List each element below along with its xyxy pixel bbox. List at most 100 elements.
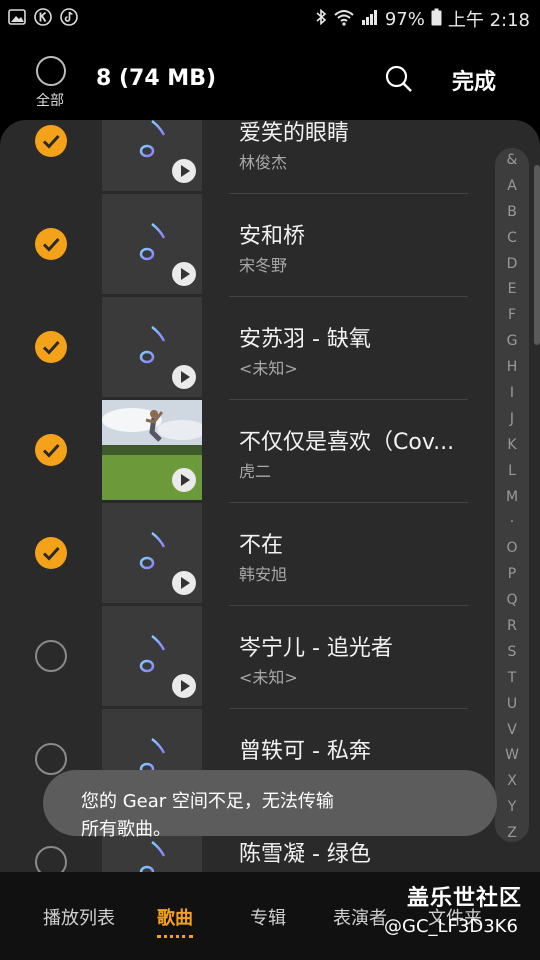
wifi-icon (333, 8, 355, 31)
index-letter[interactable]: I (495, 381, 529, 407)
checked-checkbox[interactable] (35, 434, 67, 466)
index-letter[interactable]: R (495, 614, 529, 640)
selection-header: 全部 8 (74 MB) 完成 (0, 36, 540, 120)
song-row[interactable]: 安苏羽 - 缺氧 <未知> (0, 297, 540, 400)
tab-albums[interactable]: 专辑 (250, 904, 286, 930)
select-all-label: 全部 (36, 93, 64, 109)
unchecked-checkbox[interactable] (35, 743, 67, 775)
status-bar: 97% 上午 2:18 (0, 0, 540, 36)
battery-icon (431, 8, 442, 31)
unchecked-checkbox[interactable] (35, 846, 67, 872)
music-note-icon (138, 220, 168, 264)
index-letter[interactable]: A (495, 174, 529, 200)
watermark-user: @GC_LF3D3K6 (384, 916, 518, 937)
index-letter[interactable]: Q (495, 588, 529, 614)
tiktok-icon (60, 8, 78, 26)
song-title: 安和桥 (239, 224, 306, 249)
index-letter[interactable]: Z (495, 821, 529, 847)
song-title: 岑宁儿 - 追光者 (239, 636, 393, 661)
album-art (102, 503, 202, 603)
index-letter[interactable]: U (495, 692, 529, 718)
song-artist: 韩安旭 (239, 565, 288, 584)
index-letter[interactable]: J (495, 407, 529, 433)
index-letter[interactable]: D (495, 252, 529, 278)
song-row[interactable]: 不仅仅是喜欢（Cov... 虎二 (0, 400, 540, 503)
select-all-checkbox[interactable]: 全部 (34, 56, 68, 110)
index-letter[interactable]: T (495, 666, 529, 692)
index-letter[interactable]: O (495, 536, 529, 562)
play-icon[interactable] (172, 159, 196, 183)
song-title: 安苏羽 - 缺氧 (239, 327, 371, 352)
battery-percent: 97% (384, 8, 425, 30)
play-icon[interactable] (172, 571, 196, 595)
clock: 上午 2:18 (447, 10, 530, 31)
index-letter[interactable]: M (495, 485, 529, 511)
index-letter[interactable]: V (495, 718, 529, 744)
music-note-icon (138, 529, 168, 573)
selection-count: 8 (74 MB) (96, 66, 217, 91)
song-artist: <未知> (239, 359, 298, 378)
checkmark-icon (42, 340, 60, 355)
index-letter[interactable]: K (495, 433, 529, 459)
song-title: 曾轶可 - 私奔 (239, 739, 371, 764)
song-list[interactable]: 爱笑的眼睛 林俊杰安和桥宋冬野安苏羽 - 缺氧 <未知> 不仅仅是喜欢（Cov... 虎… (0, 120, 540, 872)
play-icon[interactable] (172, 365, 196, 389)
song-title: 不在 (239, 533, 284, 558)
index-letter[interactable]: B (495, 200, 529, 226)
song-row[interactable]: 岑宁儿 - 追光者 <未知> (0, 606, 540, 709)
signal-icon (361, 8, 379, 31)
scrollbar[interactable] (534, 165, 540, 345)
index-letter[interactable]: W (495, 743, 529, 769)
search-icon[interactable] (384, 64, 414, 94)
tab-artists[interactable]: 表演者 (333, 904, 387, 930)
music-note-icon (138, 632, 168, 676)
play-icon[interactable] (172, 262, 196, 286)
index-letter[interactable]: Y (495, 795, 529, 821)
index-letter[interactable]: C (495, 226, 529, 252)
alphabet-index[interactable]: & A B C D E F G H I J K L M · O P Q R S T U V W X Y Z (495, 148, 529, 842)
index-letter[interactable]: E (495, 277, 529, 303)
song-artist: <未知> (239, 668, 298, 687)
song-title: 爱笑的眼睛 (239, 121, 350, 146)
album-art (102, 297, 202, 397)
album-art (102, 194, 202, 294)
unchecked-checkbox[interactable] (35, 640, 67, 672)
index-letter[interactable]: & (495, 148, 529, 174)
checked-checkbox[interactable] (35, 537, 67, 569)
index-letter[interactable]: F (495, 303, 529, 329)
song-artist: 虎二 (239, 462, 272, 481)
play-icon[interactable] (172, 468, 196, 492)
song-title: 不仅仅是喜欢（Cov... (239, 430, 455, 455)
checked-checkbox[interactable] (35, 228, 67, 260)
checkmark-icon (42, 443, 60, 458)
index-letter[interactable]: X (495, 769, 529, 795)
song-artist: 宋冬野 (239, 256, 288, 275)
checkmark-icon (42, 546, 60, 561)
tab-playlists[interactable]: 播放列表 (43, 904, 115, 930)
album-art (102, 400, 202, 500)
index-letter[interactable]: S (495, 640, 529, 666)
index-letter[interactable]: G (495, 329, 529, 355)
checkmark-icon (42, 237, 60, 252)
song-row[interactable]: 爱笑的眼睛 林俊杰 (0, 120, 540, 194)
play-icon[interactable] (172, 674, 196, 698)
checked-checkbox[interactable] (35, 331, 67, 363)
song-row[interactable]: 不在 韩安旭 (0, 503, 540, 606)
index-letter[interactable]: · (495, 510, 529, 536)
toast-line-1: 您的 Gear 空间不足，无法传输 (81, 791, 334, 812)
system-status: 97% 上午 2:18 (315, 6, 530, 32)
song-row[interactable]: 安和桥 宋冬野 (0, 194, 540, 297)
index-letter[interactable]: L (495, 459, 529, 485)
index-letter[interactable]: P (495, 562, 529, 588)
done-button[interactable]: 完成 (452, 64, 496, 96)
select-all-circle[interactable] (36, 56, 66, 86)
checked-checkbox[interactable] (35, 125, 67, 157)
toast-line-2: 所有歌曲。 (81, 819, 171, 840)
checkmark-icon (42, 134, 60, 149)
index-letter[interactable]: H (495, 355, 529, 381)
tab-songs[interactable]: 歌曲 (157, 904, 193, 938)
watermark-logo: 盖乐世社区 (407, 886, 523, 911)
gallery-icon (8, 8, 26, 26)
k-app-icon (34, 8, 52, 26)
music-note-icon (138, 323, 168, 367)
